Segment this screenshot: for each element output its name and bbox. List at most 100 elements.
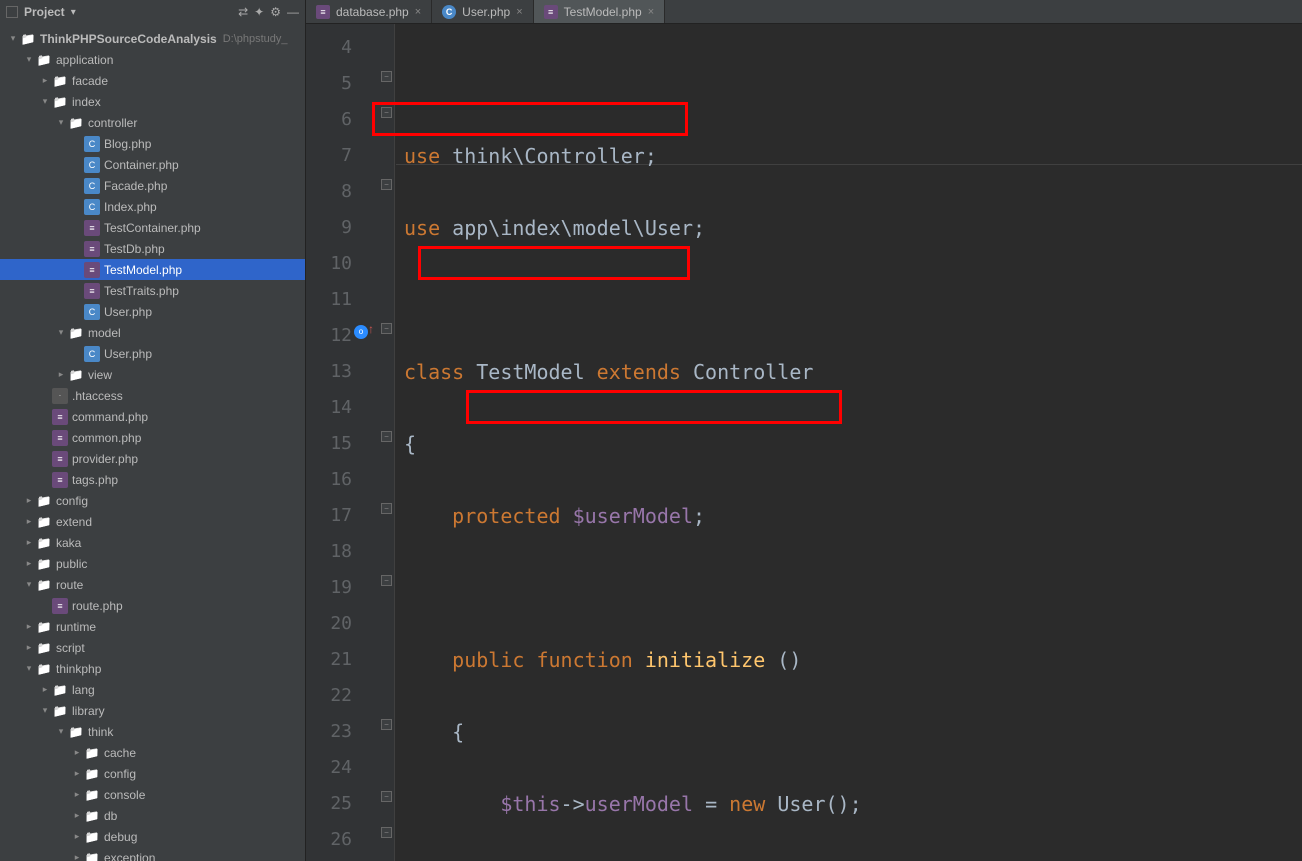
line-number: 5 bbox=[306, 66, 380, 102]
close-icon[interactable]: × bbox=[648, 6, 654, 18]
override-icon[interactable]: o bbox=[354, 325, 368, 339]
gear-icon[interactable]: ⚙ bbox=[270, 5, 281, 19]
tree-item[interactable]: ≡tags.php bbox=[0, 469, 305, 490]
tree-item[interactable]: ▾controller bbox=[0, 112, 305, 133]
tree-item-label: route bbox=[56, 578, 83, 592]
tree-item[interactable]: CBlog.php bbox=[0, 133, 305, 154]
tree-item[interactable]: ≡command.php bbox=[0, 406, 305, 427]
tree-twistie-icon[interactable]: ▸ bbox=[70, 831, 84, 842]
tree-item[interactable]: ▸cache bbox=[0, 742, 305, 763]
tree-twistie-icon[interactable]: ▾ bbox=[22, 579, 36, 590]
folder-icon bbox=[84, 829, 100, 845]
tree-item[interactable]: ≡route.php bbox=[0, 595, 305, 616]
folder-icon bbox=[52, 94, 68, 110]
editor-tab[interactable]: ≡TestModel.php× bbox=[534, 0, 665, 23]
tree-twistie-icon[interactable]: ▸ bbox=[70, 768, 84, 779]
tree-item[interactable]: ▸config bbox=[0, 490, 305, 511]
tree-twistie-icon[interactable]: ▾ bbox=[54, 726, 68, 737]
tree-twistie-icon[interactable]: ▸ bbox=[22, 642, 36, 653]
tree-item-label: Index.php bbox=[104, 200, 157, 214]
code-editor[interactable]: 4567891011121314151617181920212223242526… bbox=[306, 24, 1302, 861]
tree-twistie-icon[interactable]: ▾ bbox=[38, 96, 52, 107]
tree-item[interactable]: ▾ThinkPHPSourceCodeAnalysisD:\phpstudy_ bbox=[0, 28, 305, 49]
project-panel-title[interactable]: Project bbox=[24, 5, 65, 19]
tree-item[interactable]: ▾ think bbox=[0, 721, 305, 742]
tab-label: database.php bbox=[336, 5, 409, 19]
tree-twistie-icon[interactable]: ▸ bbox=[22, 495, 36, 506]
tree-item[interactable]: ·.htaccess bbox=[0, 385, 305, 406]
hide-icon[interactable]: — bbox=[287, 5, 299, 19]
tree-item[interactable]: CFacade.php bbox=[0, 175, 305, 196]
line-number: 6 bbox=[306, 102, 380, 138]
tree-twistie-icon[interactable]: ▸ bbox=[70, 810, 84, 821]
tree-item[interactable]: ▸runtime bbox=[0, 616, 305, 637]
highlight-box bbox=[372, 102, 688, 136]
tree-item-label: think bbox=[88, 725, 113, 739]
php-file-icon: ≡ bbox=[52, 598, 68, 614]
tree-twistie-icon[interactable]: ▾ bbox=[22, 663, 36, 674]
tree-item-label: index bbox=[72, 95, 101, 109]
tree-item[interactable]: ≡provider.php bbox=[0, 448, 305, 469]
php-file-icon: ≡ bbox=[84, 262, 100, 278]
tree-item[interactable]: ▸extend bbox=[0, 511, 305, 532]
tree-twistie-icon[interactable]: ▾ bbox=[54, 117, 68, 128]
tree-twistie-icon[interactable]: ▾ bbox=[22, 54, 36, 65]
tree-twistie-icon[interactable]: ▸ bbox=[22, 621, 36, 632]
tree-item[interactable]: CContainer.php bbox=[0, 154, 305, 175]
collapse-icon[interactable]: ✦ bbox=[254, 5, 264, 19]
tree-item[interactable]: ▾application bbox=[0, 49, 305, 70]
line-number: 19 bbox=[306, 570, 380, 606]
tree-item[interactable]: ≡TestModel.php bbox=[0, 259, 305, 280]
tree-item[interactable]: ▾library bbox=[0, 700, 305, 721]
autoscroll-icon[interactable]: ⇄ bbox=[238, 5, 248, 19]
tree-twistie-icon[interactable]: ▸ bbox=[70, 789, 84, 800]
tree-item[interactable]: CUser.php bbox=[0, 343, 305, 364]
code-content[interactable]: use think\Controller; use app\index\mode… bbox=[380, 24, 1302, 861]
tree-item[interactable]: CUser.php bbox=[0, 301, 305, 322]
tree-item-path: D:\phpstudy_ bbox=[223, 33, 288, 45]
project-tree[interactable]: ▾ThinkPHPSourceCodeAnalysisD:\phpstudy_▾… bbox=[0, 24, 306, 861]
tree-item[interactable]: ▾thinkphp bbox=[0, 658, 305, 679]
tree-item[interactable]: ▾ route bbox=[0, 574, 305, 595]
tree-twistie-icon[interactable]: ▸ bbox=[38, 75, 52, 86]
tree-item[interactable]: CIndex.php bbox=[0, 196, 305, 217]
tree-twistie-icon[interactable]: ▸ bbox=[70, 747, 84, 758]
tree-item[interactable]: ▸db bbox=[0, 805, 305, 826]
editor-tab[interactable]: CUser.php× bbox=[432, 0, 533, 23]
tree-item[interactable]: ▾model bbox=[0, 322, 305, 343]
tree-twistie-icon[interactable]: ▸ bbox=[70, 852, 84, 861]
tree-item[interactable]: ▸facade bbox=[0, 70, 305, 91]
close-icon[interactable]: × bbox=[516, 6, 522, 18]
editor-tab[interactable]: ≡database.php× bbox=[306, 0, 432, 23]
tree-item[interactable]: ▸ public bbox=[0, 553, 305, 574]
tree-item[interactable]: ▸exception bbox=[0, 847, 305, 861]
tree-twistie-icon[interactable]: ▸ bbox=[22, 516, 36, 527]
tree-twistie-icon[interactable]: ▾ bbox=[6, 33, 20, 44]
tree-twistie-icon[interactable]: ▸ bbox=[22, 558, 36, 569]
tree-item-label: provider.php bbox=[72, 452, 138, 466]
tree-item[interactable]: ▸config bbox=[0, 763, 305, 784]
tree-item[interactable]: ▸view bbox=[0, 364, 305, 385]
tree-item[interactable]: ≡TestContainer.php bbox=[0, 217, 305, 238]
tree-item[interactable]: ▸kaka bbox=[0, 532, 305, 553]
tree-twistie-icon[interactable]: ▸ bbox=[54, 369, 68, 380]
tree-item[interactable]: ≡common.php bbox=[0, 427, 305, 448]
tree-item[interactable]: ▸lang bbox=[0, 679, 305, 700]
project-dropdown-icon[interactable]: ▾ bbox=[71, 7, 76, 18]
tree-item-label: User.php bbox=[104, 305, 152, 319]
tree-twistie-icon[interactable]: ▸ bbox=[38, 684, 52, 695]
tree-item-label: public bbox=[56, 557, 87, 571]
tree-twistie-icon[interactable]: ▾ bbox=[54, 327, 68, 338]
tree-item[interactable]: ▸console bbox=[0, 784, 305, 805]
tree-item-label: TestTraits.php bbox=[104, 284, 179, 298]
close-icon[interactable]: × bbox=[415, 6, 421, 18]
tree-item[interactable]: ▸script bbox=[0, 637, 305, 658]
tree-twistie-icon[interactable]: ▾ bbox=[38, 705, 52, 716]
tree-twistie-icon[interactable]: ▸ bbox=[22, 537, 36, 548]
tree-item[interactable]: ≡TestDb.php bbox=[0, 238, 305, 259]
tree-item[interactable]: ≡TestTraits.php bbox=[0, 280, 305, 301]
tree-item-label: common.php bbox=[72, 431, 141, 445]
tree-item[interactable]: ▾ index bbox=[0, 91, 305, 112]
tree-item[interactable]: ▸debug bbox=[0, 826, 305, 847]
folder-icon bbox=[84, 787, 100, 803]
